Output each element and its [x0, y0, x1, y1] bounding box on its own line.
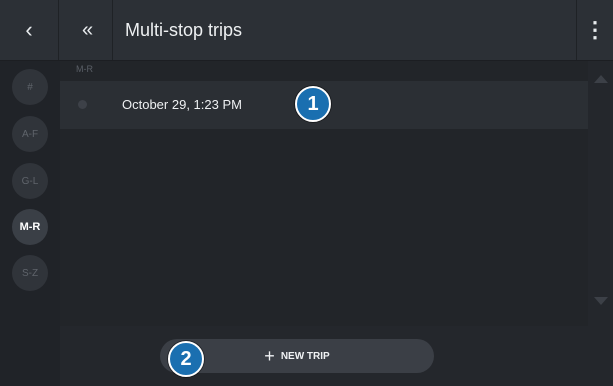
double-chevron-left-icon: « — [81, 18, 93, 41]
section-header: M-R — [76, 64, 93, 74]
callout-badge-2: 2 — [168, 341, 204, 377]
overflow-menu-button[interactable]: ⋮ — [576, 0, 613, 60]
alpha-index-a-f[interactable]: A-F — [12, 116, 48, 152]
alpha-index-s-z[interactable]: S-Z — [12, 255, 48, 291]
page-title: Multi-stop trips — [125, 20, 243, 40]
alpha-index-hash[interactable]: # — [12, 69, 48, 105]
alpha-index-m-r[interactable]: M-R — [12, 209, 48, 245]
scroll-up-icon[interactable] — [594, 75, 608, 83]
collapse-button[interactable]: « — [60, 0, 113, 60]
chevron-left-icon: ‹ — [25, 17, 33, 42]
alpha-index-g-l[interactable]: G-L — [12, 163, 48, 199]
callout-badge-1: 1 — [295, 86, 331, 122]
new-trip-label: NEW TRIP — [280, 350, 330, 362]
top-bar: ‹ « Multi-stop trips ⋮ — [0, 0, 613, 61]
status-dot-icon — [78, 100, 87, 109]
trip-name: October 29, 1:23 PM — [122, 97, 242, 112]
scrollbar[interactable] — [588, 61, 613, 326]
more-vertical-icon: ⋮ — [584, 17, 606, 42]
back-button[interactable]: ‹ — [0, 0, 59, 60]
scroll-down-icon[interactable] — [594, 297, 608, 305]
plus-icon: + — [264, 346, 275, 366]
alphabet-index-rail: # A-F G-L M-R S-Z — [0, 61, 60, 386]
